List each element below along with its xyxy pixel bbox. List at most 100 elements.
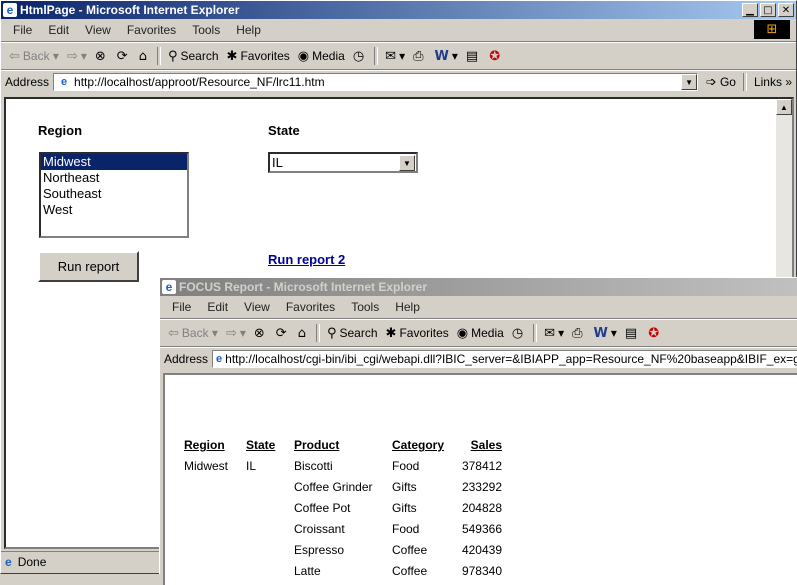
cell-product: Coffee Pot [294,500,351,515]
cell-category: Coffee [392,563,428,578]
ie-page-icon: e [216,353,223,365]
back-button[interactable]: ⇦ Back ▾ [5,45,63,67]
region-listbox[interactable]: Midwest Northeast Southeast West [39,152,189,238]
print-button[interactable]: ⎙ [409,45,430,67]
ie-page-icon: e [60,76,68,88]
report-toolbar: ⇦ Back ▾ ⇨ ▾ ⊗ ⟳ ⌂ ⚲ Search ✱ Favorites ◉ Med… [160,319,797,347]
forward-button[interactable]: ⇨ ▾ [222,322,250,344]
back-arrow-icon: ⇦ [9,48,20,64]
region-option-midwest[interactable]: Midwest [41,154,187,170]
report-address-input[interactable]: e http://localhost/cgi-bin/ibi_cgi/webap… [212,350,797,368]
media-button[interactable]: ◉ Media [453,322,508,344]
cell-product: Biscotti [294,458,333,473]
messenger-button[interactable]: ✪ [485,45,507,67]
report-address-url: http://localhost/cgi-bin/ibi_cgi/webapi.… [225,352,797,366]
mail-button[interactable]: ✉ ▾ [540,322,568,344]
menu-edit[interactable]: Edit [40,23,77,37]
menu-help[interactable]: Help [228,23,269,37]
cell-product: Latte [294,563,321,578]
print-button[interactable]: ⎙ [568,322,589,344]
header-product: Product [294,438,340,452]
state-label: State [268,123,300,138]
scroll-up-button[interactable]: ▲ [776,99,792,115]
region-option-southeast[interactable]: Southeast [41,186,187,202]
cell-category: Gifts [392,500,417,515]
mail-button[interactable]: ✉ ▾ [381,45,409,67]
menu-favorites[interactable]: Favorites [278,300,343,314]
home-button[interactable]: ⌂ [294,322,313,344]
menu-file[interactable]: File [164,300,199,314]
forward-button[interactable]: ⇨ ▾ [63,45,91,67]
state-selected-value: IL [272,155,283,170]
favorites-button[interactable]: ✱ Favorites [223,45,294,67]
cell-category: Food [392,521,420,536]
print-icon: ⎙ [572,325,583,341]
go-button[interactable]: ➩ Go [702,71,740,93]
media-icon: ◉ [456,325,469,341]
back-button[interactable]: ⇦ Back ▾ [164,322,222,344]
report-menubar: File Edit View Favorites Tools Help [160,296,797,319]
refresh-button[interactable]: ⟳ [272,322,294,344]
discuss-button[interactable]: ▤ [621,322,644,344]
go-arrow-icon: ➩ [706,74,717,90]
home-icon: ⌂ [297,325,306,341]
ie-page-icon: e [162,280,176,294]
search-button[interactable]: ⚲ Search [164,45,223,67]
discuss-button[interactable]: ▤ [462,45,485,67]
favorites-button[interactable]: ✱ Favorites [382,322,453,344]
header-state: State [246,438,276,452]
report-titlebar[interactable]: e FOCUS Report - Microsoft Internet Expl… [160,278,797,296]
region-option-northeast[interactable]: Northeast [41,170,187,186]
ie-page-icon: e [3,3,17,17]
history-button[interactable]: ◷ [349,45,371,67]
messenger-button[interactable]: ✪ [644,322,666,344]
media-button[interactable]: ◉ Media [294,45,349,67]
run-report-2-link[interactable]: Run report 2 [268,252,345,267]
menu-tools[interactable]: Tools [343,300,387,314]
region-option-west[interactable]: West [41,202,187,218]
menu-view[interactable]: View [77,23,119,37]
history-button[interactable]: ◷ [508,322,530,344]
back-arrow-icon: ⇦ [168,325,179,341]
discuss-icon: ▤ [465,48,479,64]
menu-help[interactable]: Help [387,300,428,314]
refresh-button[interactable]: ⟳ [113,45,135,67]
minimize-button[interactable]: ▁ [742,3,758,17]
menu-favorites[interactable]: Favorites [119,23,184,37]
word-button[interactable]: W ▾ [431,45,462,67]
report-browser-window: e FOCUS Report - Microsoft Internet Expl… [159,277,797,585]
table-row: Espresso Coffee 420439 [184,539,502,560]
cell-state: IL [246,458,257,473]
menu-file[interactable]: File [5,23,40,37]
run-report-button[interactable]: Run report [38,251,139,282]
cell-region: Midwest [184,458,229,473]
stop-button[interactable]: ⊗ [250,322,272,344]
address-input[interactable]: e http://localhost/approot/Resource_NF/l… [53,73,699,91]
cell-sales: 204828 [461,500,502,515]
maximize-button[interactable]: □ [760,3,776,17]
ie-page-icon: e [5,555,12,569]
cell-category: Food [392,458,420,473]
menu-view[interactable]: View [236,300,278,314]
close-button[interactable]: ✕ [778,3,794,17]
main-titlebar[interactable]: e HtmlPage - Microsoft Internet Explorer… [1,1,796,19]
address-dropdown-button[interactable]: ▼ [681,74,698,90]
forward-arrow-icon: ⇨ [66,48,78,64]
forward-arrow-icon: ⇨ [225,325,237,341]
search-button[interactable]: ⚲ Search [323,322,382,344]
word-button[interactable]: W ▾ [590,322,621,344]
menu-edit[interactable]: Edit [199,300,236,314]
state-select[interactable]: IL ▼ [268,152,418,173]
links-button[interactable]: Links » [750,71,796,93]
windows-logo-icon: ⊞ [754,20,790,39]
menu-tools[interactable]: Tools [184,23,228,37]
media-icon: ◉ [297,48,310,64]
address-label: Address [5,75,50,89]
word-icon: W [434,48,449,64]
chevron-down-icon[interactable]: ▼ [399,154,415,171]
main-toolbar: ⇦ Back ▾ ⇨ ▾ ⊗ ⟳ ⌂ ⚲ Search ✱ Favorites ◉ Med… [1,42,796,70]
table-row: Latte Coffee 978340 [184,560,502,581]
report-window-title: FOCUS Report - Microsoft Internet Explor… [179,280,428,294]
stop-button[interactable]: ⊗ [91,45,113,67]
home-button[interactable]: ⌂ [135,45,154,67]
